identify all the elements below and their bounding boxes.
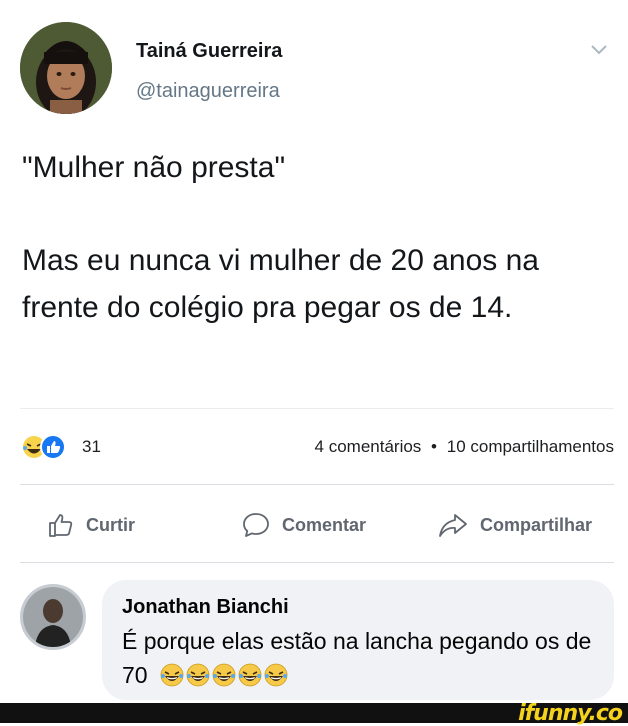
post-header: Tainá Guerreira @tainaguerreira [20,22,610,114]
reactions[interactable] [20,432,80,462]
share-button[interactable]: Compartilhar [438,508,592,542]
laughing-emoji-icon [160,663,184,687]
commenter-name[interactable]: Jonathan Bianchi [122,596,289,619]
comment-text: É porque elas estão na lancha pegando os… [122,624,602,692]
divider [20,484,614,485]
share-label: Compartilhar [480,514,593,535]
laughing-emoji-icon [264,663,288,687]
comment-bubble: Jonathan Bianchi É porque elas estão na … [102,580,614,700]
ifunny-watermark: ifunny.co [518,701,623,726]
divider [20,562,614,563]
reaction-stats: 31 4 comentários • 10 compartilhamentos [20,432,614,462]
author-name[interactable]: Tainá Guerreira [136,40,282,63]
separator: • [431,437,437,456]
post-body: Mas eu nunca vi mulher de 20 anos na fre… [22,244,539,324]
like-button[interactable]: Curtir [48,508,135,542]
reaction-count[interactable]: 31 [82,437,101,457]
share-arrow-icon [439,514,467,537]
comment-button[interactable]: Comentar [242,508,366,542]
post-text: "Mulher não presta" Mas eu nunca vi mulh… [22,144,612,331]
post-quote: "Mulher não presta" [22,151,286,184]
like-label: Curtir [86,514,135,535]
author-avatar[interactable] [20,22,112,114]
commenter-avatar[interactable] [20,584,86,650]
laughing-emoji-icon [238,663,262,687]
laughing-emoji-icon [212,663,236,687]
laughing-emoji-icon [160,663,290,687]
comment-count[interactable]: 4 comentários [315,437,422,456]
comments-shares: 4 comentários • 10 compartilhamentos [315,437,614,457]
speech-bubble-icon [243,513,269,537]
author-handle[interactable]: @tainaguerreira [136,80,280,103]
share-count[interactable]: 10 compartilhamentos [447,437,614,456]
comment-label: Comentar [282,514,367,535]
chevron-down-icon[interactable] [588,38,610,60]
divider [20,408,614,409]
like-icon [40,434,66,460]
watermark-bar: ifunny.co [0,701,628,726]
laughing-emoji-icon [186,663,210,687]
action-bar: Curtir Comentar Compartilhar [20,500,620,550]
thumbs-up-icon [49,514,73,537]
